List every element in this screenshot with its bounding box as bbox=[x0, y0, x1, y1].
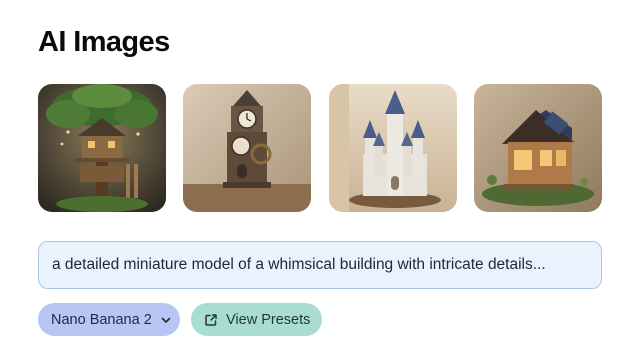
image-gallery bbox=[38, 84, 602, 212]
external-link-icon bbox=[204, 313, 218, 327]
gallery-image-cabin[interactable] bbox=[474, 84, 602, 212]
cabin-image bbox=[474, 84, 602, 212]
model-select-button[interactable]: Nano Banana 2 bbox=[38, 303, 180, 336]
prompt-input[interactable]: a detailed miniature model of a whimsica… bbox=[38, 241, 602, 289]
gallery-image-treehouse[interactable] bbox=[38, 84, 166, 212]
gallery-image-castle[interactable] bbox=[329, 84, 457, 212]
prompt-text: a detailed miniature model of a whimsica… bbox=[52, 256, 546, 273]
castle-image bbox=[329, 84, 457, 212]
clock-tower-image bbox=[183, 84, 311, 212]
view-presets-label: View Presets bbox=[226, 311, 311, 328]
gallery-image-clock-tower[interactable] bbox=[183, 84, 311, 212]
page-title: AI Images bbox=[38, 26, 170, 58]
chevron-down-icon bbox=[160, 314, 172, 326]
treehouse-image bbox=[38, 84, 166, 212]
view-presets-button[interactable]: View Presets bbox=[191, 303, 322, 336]
model-select-label: Nano Banana 2 bbox=[51, 311, 152, 328]
